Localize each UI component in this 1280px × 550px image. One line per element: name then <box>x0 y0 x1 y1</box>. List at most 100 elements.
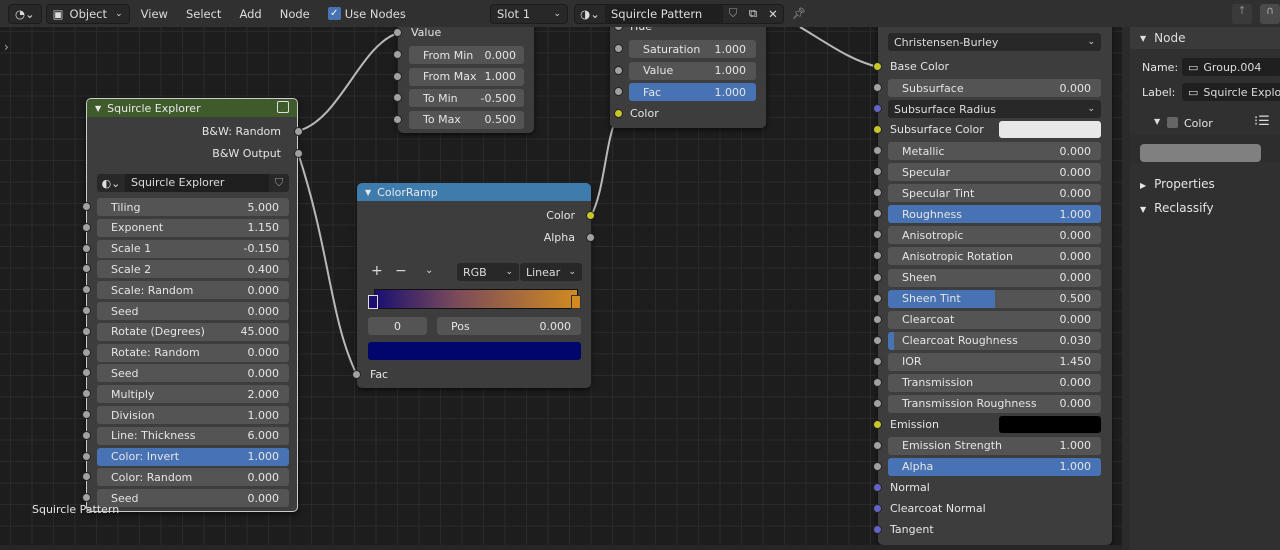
parent-node-tree-icon[interactable]: ↑ <box>1232 4 1252 24</box>
input-socket[interactable] <box>393 93 402 102</box>
socket-value[interactable] <box>393 28 402 37</box>
input-socket[interactable] <box>873 461 882 471</box>
node-header[interactable]: ▼ Squircle Explorer <box>87 99 297 117</box>
input-socket[interactable] <box>873 167 882 177</box>
input-socket[interactable] <box>873 146 882 156</box>
input-field[interactable]: Transmission 0.000 <box>888 373 1101 392</box>
node-group-icon[interactable] <box>277 101 289 113</box>
input-field[interactable]: Subsurface 0.000 <box>888 79 1101 98</box>
collapse-icon[interactable]: ▼ <box>95 104 101 113</box>
input-dropdown[interactable]: Subsurface Radius ⌄ <box>888 100 1101 119</box>
input-socket[interactable] <box>82 306 91 315</box>
input-field[interactable]: Exponent 1.150 <box>97 218 289 237</box>
input-field[interactable]: Scale: Random 0.000 <box>97 281 289 300</box>
input-socket[interactable] <box>873 272 882 282</box>
input-socket[interactable] <box>873 104 882 114</box>
input-field[interactable]: Sheen Tint 0.500 <box>888 289 1101 308</box>
socket-alpha-out[interactable] <box>586 233 595 242</box>
collapse-icon[interactable]: ▼ <box>365 188 371 197</box>
input-socket[interactable] <box>82 389 91 399</box>
input-field[interactable]: Clearcoat 0.000 <box>888 310 1101 329</box>
input-field[interactable]: To Max 0.500 <box>409 110 524 129</box>
socket-bw-output[interactable] <box>294 149 303 158</box>
fake-user-shield-icon[interactable]: ⛉ <box>269 176 289 190</box>
input-socket[interactable] <box>873 62 882 71</box>
input-socket[interactable] <box>614 44 623 53</box>
colorramp-node[interactable]: ▼ ColorRamp Color Alpha + − ⌄ RGB ⌄ Linear… <box>352 183 595 388</box>
color-collapse-icon[interactable]: ▼ <box>1154 117 1160 126</box>
input-socket[interactable] <box>82 347 91 357</box>
input-field[interactable]: Multiply 2.000 <box>97 385 289 404</box>
color-mode-dropdown[interactable]: RGB ⌄ <box>457 263 519 281</box>
input-socket[interactable] <box>82 285 91 295</box>
squircle-explorer-node[interactable]: ▼ Squircle Explorer B&W: Random B&W Outpu… <box>82 98 303 512</box>
node-label-field[interactable]: ▭ Squircle Explor. <box>1182 83 1280 101</box>
use-nodes-checkbox[interactable]: ✓ Use Nodes <box>321 7 413 21</box>
color-stop-1[interactable] <box>571 295 581 309</box>
input-field[interactable]: To Min -0.500 <box>409 89 524 107</box>
input-socket[interactable] <box>393 114 402 124</box>
node-header[interactable]: ▼ ColorRamp <box>357 183 591 201</box>
input-socket[interactable] <box>873 209 882 219</box>
input-socket[interactable] <box>873 230 882 240</box>
input-field[interactable]: Scale 2 0.400 <box>97 260 289 279</box>
input-field[interactable]: Color: Invert 1.000 <box>97 447 289 466</box>
active-stop-index[interactable]: 0 <box>368 317 427 335</box>
input-field[interactable]: Transmission Roughness 0.000 <box>888 394 1101 413</box>
hue-saturation-node[interactable]: Hue Saturation1.000Value1.000Fac1.000 Co… <box>610 10 766 128</box>
add-stop-plus-icon[interactable]: + <box>371 263 383 279</box>
input-socket[interactable] <box>82 451 91 461</box>
input-socket[interactable] <box>82 243 91 253</box>
color-ramp-gradient[interactable] <box>374 289 578 309</box>
input-socket[interactable] <box>873 504 882 514</box>
input-socket[interactable] <box>873 525 882 535</box>
menu-select[interactable]: Select <box>179 7 228 21</box>
material-name[interactable]: Squircle Pattern <box>605 4 723 23</box>
input-socket[interactable] <box>873 419 882 429</box>
input-socket[interactable] <box>82 430 91 440</box>
input-field[interactable]: Tiling 5.000 <box>97 198 289 216</box>
socket-color-out[interactable] <box>586 211 595 220</box>
shader-type-dropdown[interactable]: ▣ Object ⌄ <box>45 3 130 24</box>
input-socket[interactable] <box>614 65 623 75</box>
input-socket[interactable] <box>393 50 402 59</box>
presets-list-icon[interactable]: ⁝☰ <box>1254 114 1270 129</box>
input-socket[interactable] <box>82 368 91 378</box>
input-field[interactable]: Saturation 1.000 <box>629 40 756 58</box>
map-range-node[interactable]: Value From Min 0.000 From Max 1.000 To Min -0… <box>393 10 534 133</box>
input-socket[interactable] <box>873 356 882 366</box>
input-socket[interactable] <box>614 87 623 96</box>
input-socket[interactable] <box>82 222 91 232</box>
input-socket[interactable] <box>873 335 882 345</box>
input-field[interactable]: Seed 0.000 <box>97 364 289 383</box>
slot-dropdown[interactable]: Slot 1 ⌄ <box>490 3 568 24</box>
unlink-close-icon[interactable]: ✕ <box>763 7 783 21</box>
input-socket[interactable] <box>82 326 91 336</box>
input-field[interactable]: Specular 0.000 <box>888 163 1101 182</box>
node-color-swatch[interactable] <box>1140 144 1261 162</box>
input-field[interactable]: Division 1.000 <box>97 406 289 424</box>
reclassify-section[interactable]: ▼ Reclassify <box>1140 201 1214 215</box>
input-socket[interactable] <box>393 71 402 81</box>
duplicate-material-icon[interactable]: ⧉ <box>743 6 763 21</box>
input-socket[interactable] <box>82 202 91 211</box>
input-socket[interactable] <box>873 377 882 387</box>
socket-color[interactable] <box>614 109 623 118</box>
material-datablock[interactable]: ◑⌄ Squircle Pattern ⛉ ⧉ ✕ <box>574 3 784 24</box>
input-socket[interactable] <box>82 493 91 503</box>
input-field[interactable]: Rotate: Random 0.000 <box>97 343 289 362</box>
properties-section[interactable]: ▶ Properties <box>1140 177 1215 191</box>
input-field[interactable]: Clearcoat Roughness 0.030 <box>888 331 1101 350</box>
input-socket[interactable] <box>82 472 91 482</box>
input-socket[interactable] <box>873 440 882 450</box>
input-socket[interactable] <box>873 398 882 408</box>
principled-bsdf-node[interactable]: Christensen-Burley ⌄ Base Color Subsurface… <box>873 10 1112 545</box>
input-field[interactable]: IOR 1.450 <box>888 352 1101 371</box>
input-field[interactable]: Sheen 0.000 <box>888 268 1101 287</box>
input-socket[interactable] <box>82 264 91 274</box>
input-socket[interactable] <box>873 293 882 303</box>
snap-magnet-icon[interactable]: ∩ <box>1260 4 1280 24</box>
input-field[interactable]: Anisotropic Rotation 0.000 <box>888 247 1101 266</box>
stop-position-field[interactable]: Pos 0.000 <box>437 317 581 335</box>
input-socket[interactable] <box>873 483 882 492</box>
